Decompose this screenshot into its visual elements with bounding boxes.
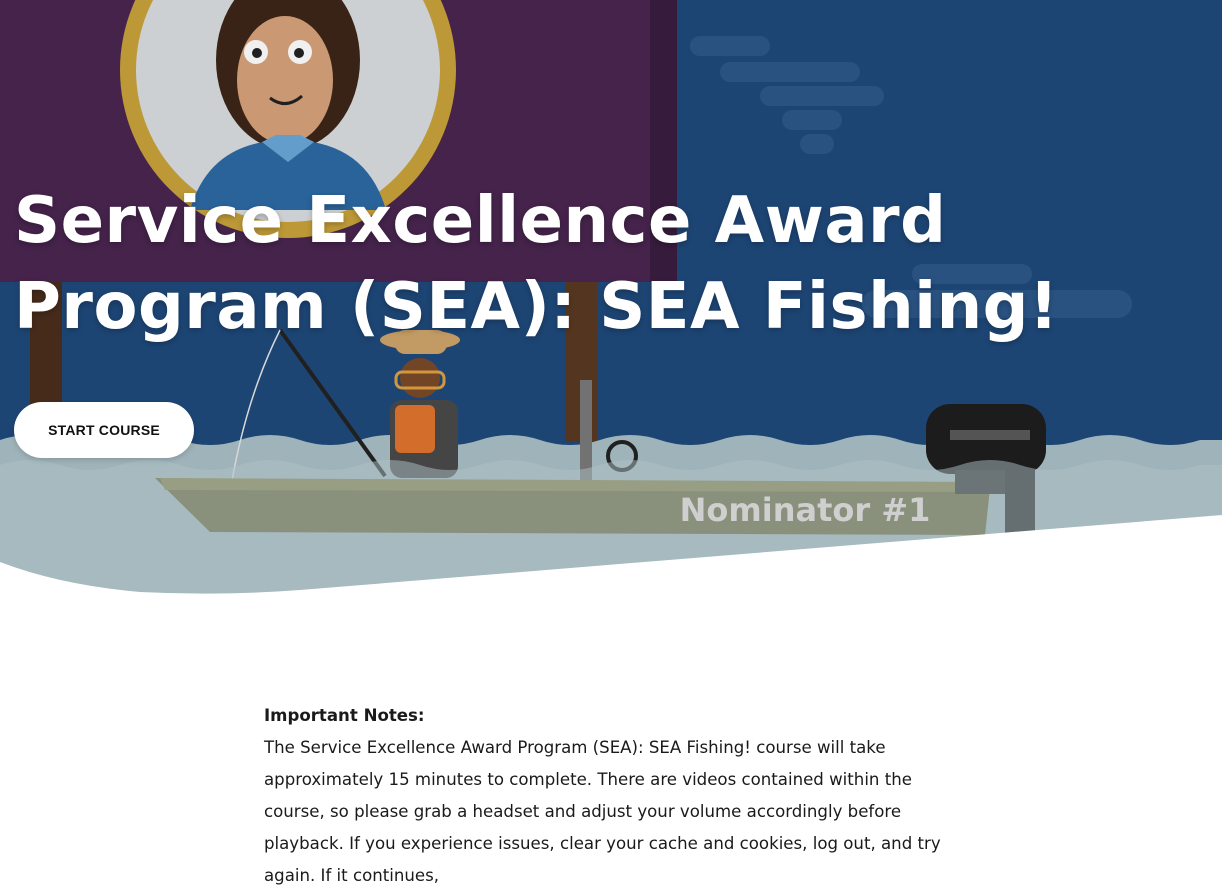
start-course-button[interactable]: START COURSE [14,402,194,458]
course-description: Important Notes: The Service Excellence … [264,700,964,892]
notes-heading: Important Notes: [264,706,425,725]
boat-label: Nominator #1 [680,491,931,529]
notes-body: The Service Excellence Award Program (SE… [264,738,941,885]
page-title: Service Excellence Award Program (SEA): … [14,184,1059,344]
course-hero: Nominator #1 Service Excellence Award Pr… [0,0,1222,600]
